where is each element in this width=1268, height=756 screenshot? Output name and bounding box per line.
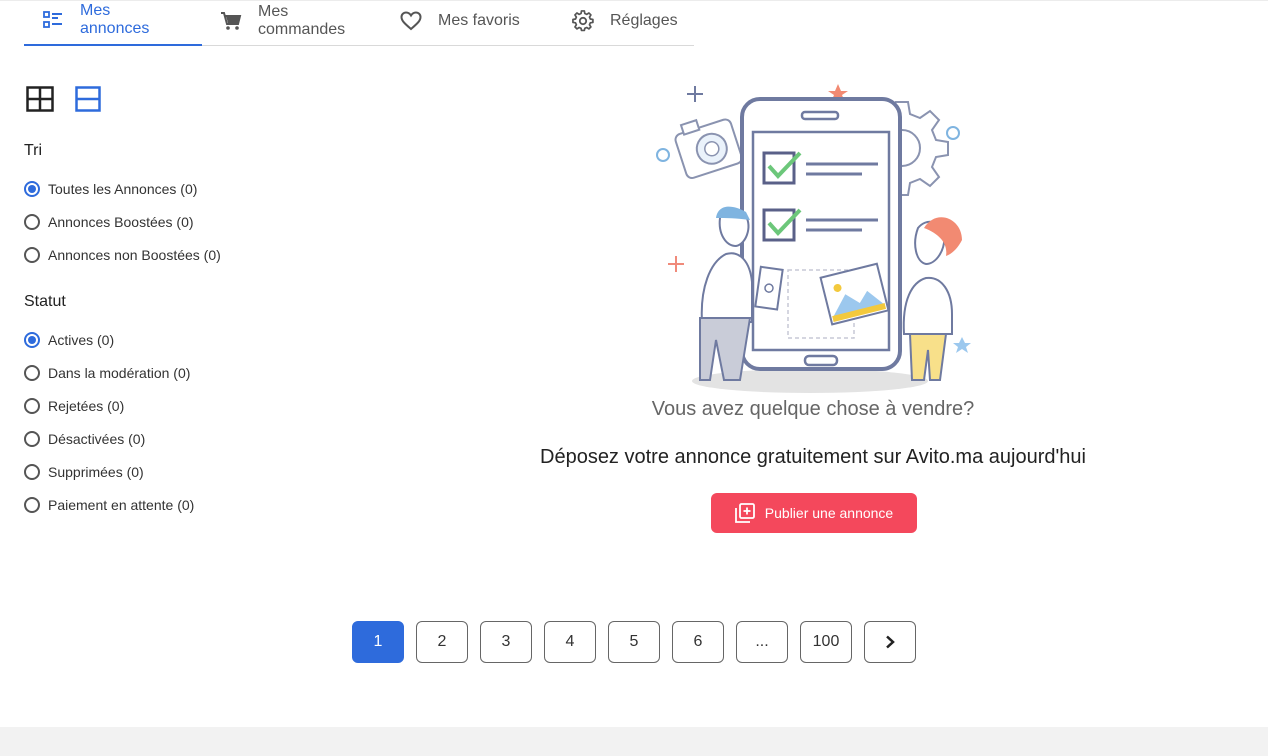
status-title: Statut <box>24 293 66 310</box>
sort-option-boosted[interactable]: Annonces Boostées (0) <box>24 212 194 232</box>
publish-ad-label: Publier une annonce <box>764 505 894 521</box>
account-tabs: Mes annonces Mes commandes Mes favoris R… <box>24 0 694 46</box>
radio-label: Rejetées (0) <box>48 398 125 414</box>
tab-label: Mes favoris <box>438 12 520 29</box>
radio-label: Paiement en attente (0) <box>48 497 195 513</box>
radio-label: Toutes les Annonces (0) <box>48 181 198 197</box>
footer-band <box>0 727 1268 756</box>
publish-ad-button[interactable]: Publier une annonce <box>711 493 917 533</box>
radio-label: Supprimées (0) <box>48 464 144 480</box>
page-button[interactable]: 3 <box>480 621 532 663</box>
page-button[interactable]: 6 <box>672 621 724 663</box>
heart-icon <box>400 10 422 32</box>
radio-label: Désactivées (0) <box>48 431 146 447</box>
list-view-toggle[interactable] <box>75 86 103 112</box>
cart-icon <box>220 10 242 32</box>
status-option-pending-payment[interactable]: Paiement en attente (0) <box>24 495 194 515</box>
radio-button[interactable] <box>24 247 40 263</box>
tab-mes-annonces[interactable]: Mes annonces <box>24 0 202 46</box>
tab-mes-commandes[interactable]: Mes commandes <box>202 0 382 42</box>
chevron-right-icon <box>886 635 895 649</box>
next-page-button[interactable] <box>864 621 916 663</box>
status-option-deleted[interactable]: Supprimées (0) <box>24 462 144 482</box>
radio-label: Actives (0) <box>48 332 115 348</box>
radio-button[interactable] <box>24 365 40 381</box>
radio-label: Dans la modération (0) <box>48 365 191 381</box>
page-button[interactable]: 100 <box>800 621 852 663</box>
radio-label: Annonces non Boostées (0) <box>48 247 221 263</box>
page-button[interactable]: 5 <box>608 621 660 663</box>
list-view-icon <box>75 86 101 112</box>
add-listing-icon <box>734 503 755 523</box>
sort-option-not-boosted[interactable]: Annonces non Boostées (0) <box>24 245 221 265</box>
list-icon <box>42 9 64 31</box>
radio-button[interactable] <box>24 497 40 513</box>
status-option-moderation[interactable]: Dans la modération (0) <box>24 363 190 383</box>
sort-option-all[interactable]: Toutes les Annonces (0) <box>24 179 197 199</box>
page-ellipsis: ... <box>736 621 788 663</box>
radio-button[interactable] <box>24 332 40 348</box>
page-button[interactable]: 4 <box>544 621 596 663</box>
page-button[interactable]: 1 <box>352 621 404 663</box>
radio-button[interactable] <box>24 398 40 414</box>
status-option-active[interactable]: Actives (0) <box>24 330 114 350</box>
radio-button[interactable] <box>24 464 40 480</box>
pagination: 1 2 3 4 5 6 ... 100 <box>352 621 916 663</box>
gear-icon <box>572 10 594 32</box>
grid-view-toggle[interactable] <box>26 86 54 112</box>
status-option-rejected[interactable]: Rejetées (0) <box>24 396 124 416</box>
sort-title: Tri <box>24 142 43 159</box>
empty-state-title: Vous avez quelque chose à vendre? <box>651 398 975 420</box>
tab-mes-favoris[interactable]: Mes favoris <box>382 0 554 42</box>
empty-state-illustration <box>640 78 980 398</box>
radio-button[interactable] <box>24 214 40 230</box>
tab-label: Mes commandes <box>258 3 346 38</box>
page-button[interactable]: 2 <box>416 621 468 663</box>
grid-view-icon <box>26 86 54 112</box>
tab-label: Réglages <box>610 12 678 29</box>
radio-button[interactable] <box>24 431 40 447</box>
tab-reglages[interactable]: Réglages <box>554 0 694 42</box>
radio-button[interactable] <box>24 181 40 197</box>
radio-label: Annonces Boostées (0) <box>48 214 194 230</box>
empty-state-subtitle: Déposez votre annonce gratuitement sur A… <box>540 446 1086 468</box>
status-option-deactivated[interactable]: Désactivées (0) <box>24 429 145 449</box>
tab-label: Mes annonces <box>79 2 150 37</box>
